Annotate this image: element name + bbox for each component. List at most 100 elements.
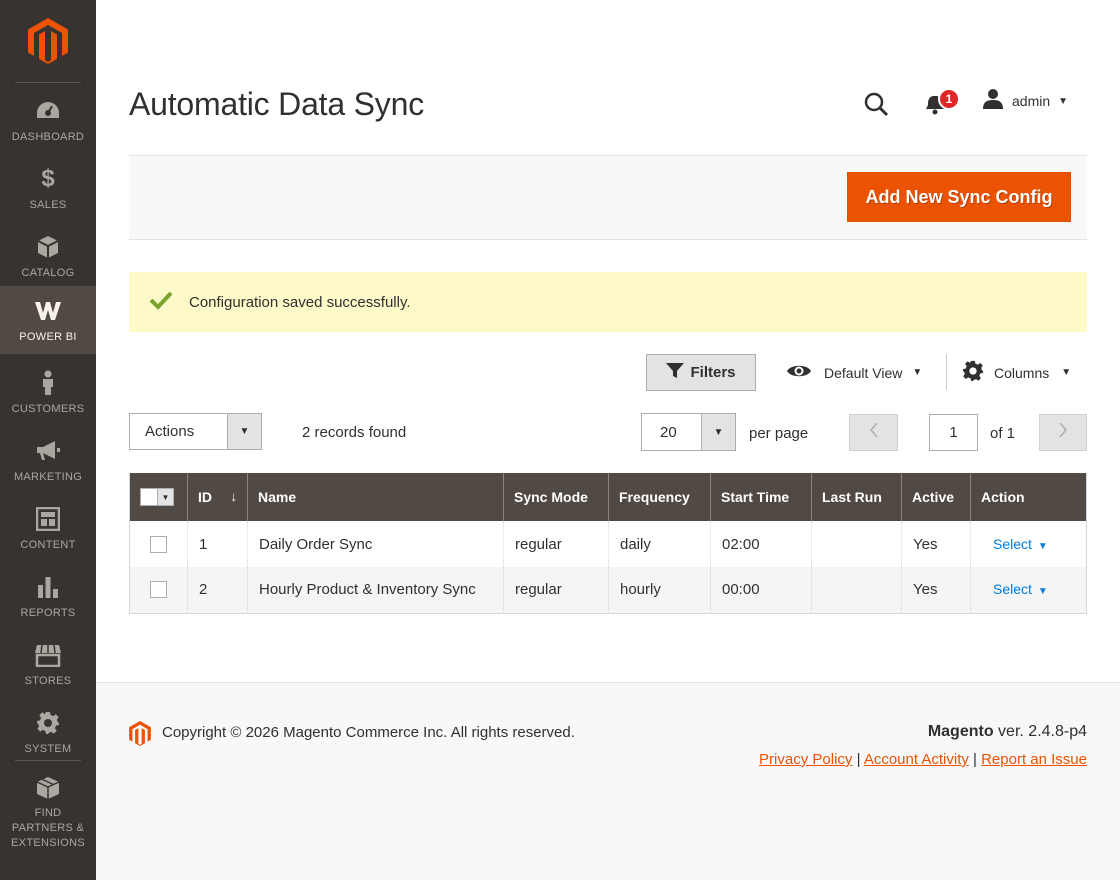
cell-name: Daily Order Sync [247,521,504,567]
report-issue-link[interactable]: Report an Issue [981,751,1087,768]
row-checkbox[interactable] [150,535,167,553]
chevron-down-icon: ▼ [912,367,923,378]
chevron-right-icon [1058,422,1068,443]
magento-logo[interactable] [0,0,96,82]
records-found-count: 2 records found [302,424,407,441]
cell-start-time: 02:00 [710,521,812,567]
notification-count-badge: 1 [938,88,960,110]
sidebar-item-catalog[interactable]: CATALOG [0,222,96,290]
sidebar-item-power-bi[interactable]: POWER BI [0,286,96,354]
caret-down-icon: ▼ [1037,586,1048,598]
row-select-cell [129,567,188,614]
add-new-sync-config-button[interactable]: Add New Sync Config [847,172,1071,222]
sidebar-item-stores[interactable]: STORES [0,630,96,698]
default-view-dropdown[interactable]: Default View ▼ [786,354,922,391]
megaphone-icon [35,438,61,464]
mass-actions-select[interactable]: Actions ▼ [129,413,262,450]
cube-icon [37,234,59,260]
search-icon[interactable] [862,90,890,118]
mass-select-header[interactable]: ▼ [129,473,188,521]
sidebar-item-system[interactable]: SYSTEM [0,698,96,766]
person-icon [41,370,55,396]
per-page-label: per page [749,425,809,442]
footer-links: Privacy Policy | Account Activity | Repo… [759,751,1087,768]
mass-select-checkbox[interactable]: ▼ [140,488,174,506]
cell-sync-mode: regular [503,567,609,614]
checkmark-icon [149,290,173,315]
dashboard-icon [35,98,61,124]
gear-icon [36,710,60,736]
message-text: Configuration saved successfully. [189,293,411,311]
column-header-sync-mode[interactable]: Sync Mode [503,473,609,521]
magento-footer-logo-icon [129,721,151,751]
sidebar-item-content[interactable]: CONTENT [0,494,96,562]
column-header-name[interactable]: Name [247,473,504,521]
cell-start-time: 00:00 [710,567,812,614]
row-select-cell [129,521,188,567]
per-page-select[interactable]: 20 ▼ [641,413,736,451]
column-header-active[interactable]: Active [901,473,971,521]
previous-page-button[interactable] [849,414,898,451]
column-header-action: Action [970,473,1087,521]
cell-action: Select ▼ [970,567,1087,614]
column-header-last-run[interactable]: Last Run [811,473,902,521]
admin-user-menu[interactable]: admin ▼ [982,88,1068,114]
chevron-down-icon: ▼ [701,414,735,450]
account-activity-link[interactable]: Account Activity [864,751,969,768]
sort-descending-icon: ↓ [230,489,238,504]
chevron-left-icon [869,422,879,443]
cell-active: Yes [901,567,971,614]
page-footer [96,682,1120,880]
cell-last-run [811,521,902,567]
current-page-input[interactable]: 1 [929,414,978,451]
column-header-frequency[interactable]: Frequency [608,473,711,521]
bar-chart-icon [36,574,60,600]
magento-logo-icon [28,18,68,64]
cell-sync-mode: regular [503,521,609,567]
grid-header-row: ▼ ID ↓ Name Sync Mode Frequency Start Tim… [129,473,1087,521]
chevron-down-icon: ▼ [157,489,173,505]
sidebar-divider [15,82,81,83]
sidebar-item-marketing[interactable]: MARKETING [0,426,96,494]
boxes-icon [35,776,61,800]
row-action-select[interactable]: Select ▼ [993,536,1048,552]
next-page-button[interactable] [1039,414,1087,451]
row-checkbox[interactable] [150,581,167,599]
table-row[interactable]: 2 Hourly Product & Inventory Sync regula… [129,567,1087,614]
user-icon [982,88,1004,115]
cell-last-run [811,567,902,614]
column-header-id[interactable]: ID ↓ [187,473,248,521]
columns-dropdown[interactable]: Columns ▼ [962,354,1071,391]
chevron-down-icon: ▼ [227,414,261,449]
column-header-start-time[interactable]: Start Time [710,473,812,521]
chevron-down-icon: ▼ [1058,95,1069,107]
username-label: admin [1012,93,1051,109]
cell-action: Select ▼ [970,521,1087,567]
dollar-icon: $ [41,165,55,192]
sidebar-item-sales[interactable]: $ SALES [0,154,96,222]
sidebar-item-reports[interactable]: REPORTS [0,562,96,630]
cell-id: 2 [187,567,248,614]
cell-frequency: daily [608,521,711,567]
filters-button[interactable]: Filters [646,354,756,391]
version-info: Magento ver. 2.4.8-p4 [927,723,1087,740]
filter-icon [666,362,685,383]
row-action-select[interactable]: Select ▼ [993,581,1048,597]
sidebar-item-dashboard[interactable]: DASHBOARD [0,86,96,154]
page-title: Automatic Data Sync [129,86,424,122]
sidebar-divider [15,760,81,761]
page-total-label: of 1 [990,425,1016,442]
cell-id: 1 [187,521,248,567]
eye-icon [786,363,812,382]
cell-frequency: hourly [608,567,711,614]
table-row[interactable]: 1 Daily Order Sync regular daily 02:00 Y… [129,521,1087,567]
cell-name: Hourly Product & Inventory Sync [247,567,504,614]
store-icon [34,642,62,668]
privacy-policy-link[interactable]: Privacy Policy [759,751,852,768]
cell-active: Yes [901,521,971,567]
caret-down-icon: ▼ [1037,540,1048,552]
sidebar-item-customers[interactable]: CUSTOMERS [0,358,96,426]
powerbi-icon [34,298,62,324]
sidebar-item-find-partners[interactable]: FIND PARTNERS & EXTENSIONS [0,764,96,849]
controls-divider [946,354,947,390]
